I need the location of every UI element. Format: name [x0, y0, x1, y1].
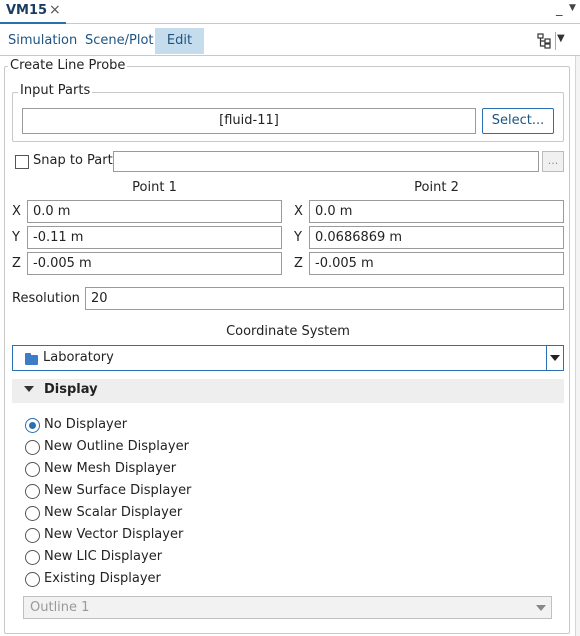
menu-scene-plot[interactable]: Scene/Plot: [79, 28, 160, 54]
panel-title: Create Line Probe: [8, 58, 128, 73]
radio-new-lic-displayer[interactable]: [25, 550, 40, 565]
point1-z-label: Z: [12, 256, 21, 271]
option-label: New Scalar Displayer: [44, 505, 183, 520]
select-parts-button[interactable]: Select...: [482, 108, 554, 134]
option-label: New Surface Displayer: [44, 483, 192, 498]
display-section-title: Display: [44, 382, 98, 397]
option-label: No Displayer: [44, 417, 128, 432]
window-dropdown-icon[interactable]: ▼: [569, 3, 576, 13]
snap-to-part-field[interactable]: [113, 151, 539, 172]
radio-no-displayer[interactable]: [25, 418, 40, 433]
radio-new-scalar-displayer[interactable]: [25, 506, 40, 521]
option-label: New Mesh Displayer: [44, 461, 177, 476]
menu-dropdown-icon[interactable]: ▼: [557, 33, 565, 44]
option-label: Existing Displayer: [44, 571, 161, 586]
resolution-label: Resolution: [12, 291, 80, 306]
point2-x-label: X: [294, 204, 303, 219]
point1-header: Point 1: [132, 180, 177, 195]
tab-bar: VM15 × _ ▼: [0, 0, 580, 24]
point1-z-field[interactable]: -0.005 m: [27, 252, 282, 275]
chevron-down-icon: [550, 355, 560, 361]
point1-y-field[interactable]: -0.11 m: [27, 226, 282, 249]
point1-x-field[interactable]: 0.0 m: [27, 200, 282, 223]
point2-z-field[interactable]: -0.005 m: [309, 252, 564, 275]
point1-y-label: Y: [12, 230, 20, 245]
coordinate-system-value: Laboratory: [43, 350, 114, 365]
snap-to-part-checkbox[interactable]: [15, 155, 29, 169]
radio-new-mesh-displayer[interactable]: [25, 462, 40, 477]
coordinate-system-label: Coordinate System: [226, 324, 350, 339]
existing-displayer-select: Outline 1: [23, 596, 552, 619]
point2-y-field[interactable]: 0.0686869 m: [309, 226, 564, 249]
radio-new-vector-displayer[interactable]: [25, 528, 40, 543]
option-label: New Outline Displayer: [44, 439, 189, 454]
collapse-caret-icon[interactable]: [24, 386, 34, 392]
point1-x-label: X: [12, 204, 21, 219]
point2-y-label: Y: [294, 230, 302, 245]
existing-displayer-value: Outline 1: [30, 600, 90, 615]
coordinate-system-dropdown-button[interactable]: [546, 346, 563, 370]
input-parts-field[interactable]: [fluid-11]: [22, 108, 476, 134]
folder-icon: [25, 353, 38, 365]
point2-x-field[interactable]: 0.0 m: [309, 200, 564, 223]
menu-simulation[interactable]: Simulation: [2, 28, 83, 54]
menu-separator: [555, 32, 556, 50]
close-icon[interactable]: ×: [49, 2, 61, 18]
scrollbar[interactable]: [575, 56, 580, 636]
point2-header: Point 2: [414, 180, 459, 195]
resolution-field[interactable]: 20: [85, 287, 564, 310]
tree-view-icon[interactable]: [536, 33, 552, 49]
radio-new-outline-displayer[interactable]: [25, 440, 40, 455]
option-label: New Vector Displayer: [44, 527, 184, 542]
radio-existing-displayer[interactable]: [25, 572, 40, 587]
tab-vm15[interactable]: VM15 ×: [0, 0, 66, 24]
snap-to-part-label: Snap to Part: [33, 153, 113, 168]
option-label: New LIC Displayer: [44, 549, 163, 564]
radio-new-surface-displayer[interactable]: [25, 484, 40, 499]
coordinate-system-select[interactable]: Laboratory: [12, 345, 564, 371]
point2-z-label: Z: [294, 256, 303, 271]
tab-title[interactable]: VM15: [6, 3, 47, 18]
menu-bar: Simulation Scene/Plot Edit ▼: [0, 28, 580, 56]
snap-browse-button[interactable]: ...: [542, 151, 564, 172]
display-section-header[interactable]: Display: [12, 379, 564, 403]
minimize-icon[interactable]: _: [556, 2, 563, 17]
menu-edit[interactable]: Edit: [155, 28, 204, 54]
input-parts-legend: Input Parts: [18, 83, 93, 98]
chevron-down-icon: [536, 605, 546, 611]
